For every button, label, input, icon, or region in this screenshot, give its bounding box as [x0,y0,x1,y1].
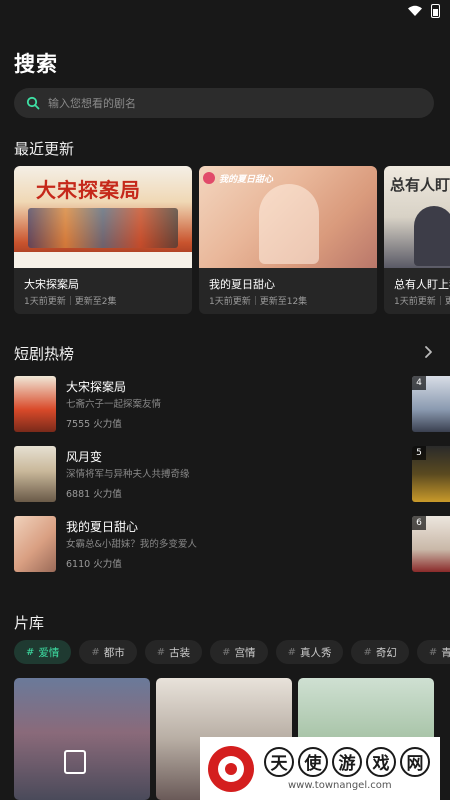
recent-card[interactable]: 总有人盯上 总有人盯上我 1天前更新｜更新至 [384,166,450,314]
search-icon [26,96,40,110]
poster-image [14,516,56,572]
site-watermark: 天 使 游 戏 网 www.townangel.com [200,737,440,800]
recent-carousel[interactable]: 大宋探案局 大宋探案局 1天前更新｜更新至2集 我的夏日甜心 我的夏日甜心 1天… [14,166,450,314]
recent-card-meta: 1天前更新｜更新至12集 [209,297,308,307]
hash-icon: # [26,646,35,658]
chip-fantasy[interactable]: # 奇幻 [351,640,409,664]
recent-card-title: 总有人盯上我 [394,278,450,291]
hot-item-heat: 6110 火力值 [66,559,122,570]
calendar-icon [64,750,86,774]
poster-image [14,446,56,502]
hot-list-item-side[interactable]: 5 [412,446,450,502]
page-title: 搜索 [14,52,58,76]
battery-icon [431,4,440,18]
hot-section-title: 短剧热榜 [14,345,75,363]
recent-card[interactable]: 大宋探案局 大宋探案局 1天前更新｜更新至2集 [14,166,192,314]
hot-item-heat: 7555 火力值 [66,419,122,430]
chip-youth[interactable]: #青春 [416,640,450,664]
poster-image [14,376,56,432]
brand-icon [203,172,215,184]
search-input[interactable] [48,96,408,110]
poster-title: 总有人盯上 [390,176,450,194]
rank-badge: 5 [412,446,426,460]
hash-icon: # [222,646,231,658]
hot-list-item-side[interactable]: 4 [412,376,450,432]
site-logo [208,745,254,792]
hash-icon: # [156,646,166,658]
hash-icon: # [363,646,372,658]
chip-reality-show[interactable]: # 真人秀 [275,640,344,664]
cast-photo [259,184,319,264]
chevron-right-icon[interactable] [420,344,436,360]
library-section-title: 片库 [14,614,45,632]
hot-list-item[interactable]: 风月变 深情将军与异种夫人共搏奇缘 6881 火力值 [14,446,384,502]
library-card[interactable] [14,678,150,800]
watermark-char: 游 [332,746,362,777]
chip-costume[interactable]: # 古装 [144,640,203,664]
recent-card-meta: 1天前更新｜更新至 [394,297,450,307]
rank-badge: 6 [412,516,426,530]
cast-photo [28,208,178,248]
hot-item-title: 大宋探案局 [66,380,127,394]
poster-image: 我的夏日甜心 [199,166,377,268]
hash-icon: # [428,646,438,658]
hot-list-item-side[interactable]: 6 [412,516,450,572]
recent-card-title: 大宋探案局 [24,278,79,291]
hot-list-item[interactable]: 我的夏日甜心 女霸总&小甜妹？我的多变爱人 6110 火力值 [14,516,384,572]
hash-icon: # [91,646,100,658]
chip-romance[interactable]: # 爱情 [14,640,72,664]
poster-title: 大宋探案局 [36,178,141,202]
hot-list-item[interactable]: 大宋探案局 七斋六子一起探案友情 7555 火力值 [14,376,384,432]
wifi-icon [408,5,422,16]
poster-image: 总有人盯上 [384,166,450,268]
watermark-char: 网 [400,746,430,777]
hot-item-title: 我的夏日甜心 [66,520,139,534]
poster-image: 大宋探案局 [14,166,192,268]
chip-palace[interactable]: # 宫情 [210,640,268,664]
watermark-url: www.townangel.com [288,779,392,791]
search-bar[interactable] [14,88,434,118]
sponsor-strip [14,252,192,268]
hot-item-heat: 6881 火力值 [66,489,122,500]
poster-title: 我的夏日甜心 [219,175,274,185]
genre-chips[interactable]: #爱情 #都市 #古装 #宫情 #真人秀 #奇幻 #青春 # [14,640,450,664]
cast-photo [414,206,450,266]
hash-icon: # [287,646,296,658]
recent-card[interactable]: 我的夏日甜心 我的夏日甜心 1天前更新｜更新至12集 [199,166,377,314]
recent-section-title: 最近更新 [14,140,75,158]
hot-item-title: 风月变 [66,450,103,464]
recent-card-meta: 1天前更新｜更新至2集 [24,297,117,307]
hot-item-desc: 女霸总&小甜妹？我的多变爱人 [66,539,197,550]
watermark-char: 戏 [366,746,396,777]
rank-badge: 4 [412,376,426,390]
watermark-char: 天 [264,746,294,777]
hot-item-desc: 深情将军与异种夫人共搏奇缘 [66,469,190,480]
recent-card-title: 我的夏日甜心 [209,278,275,291]
status-bar [0,0,450,26]
hot-item-desc: 七斋六子一起探案友情 [66,399,162,410]
chip-urban[interactable]: # 都市 [79,640,137,664]
watermark-char: 使 [298,746,328,777]
